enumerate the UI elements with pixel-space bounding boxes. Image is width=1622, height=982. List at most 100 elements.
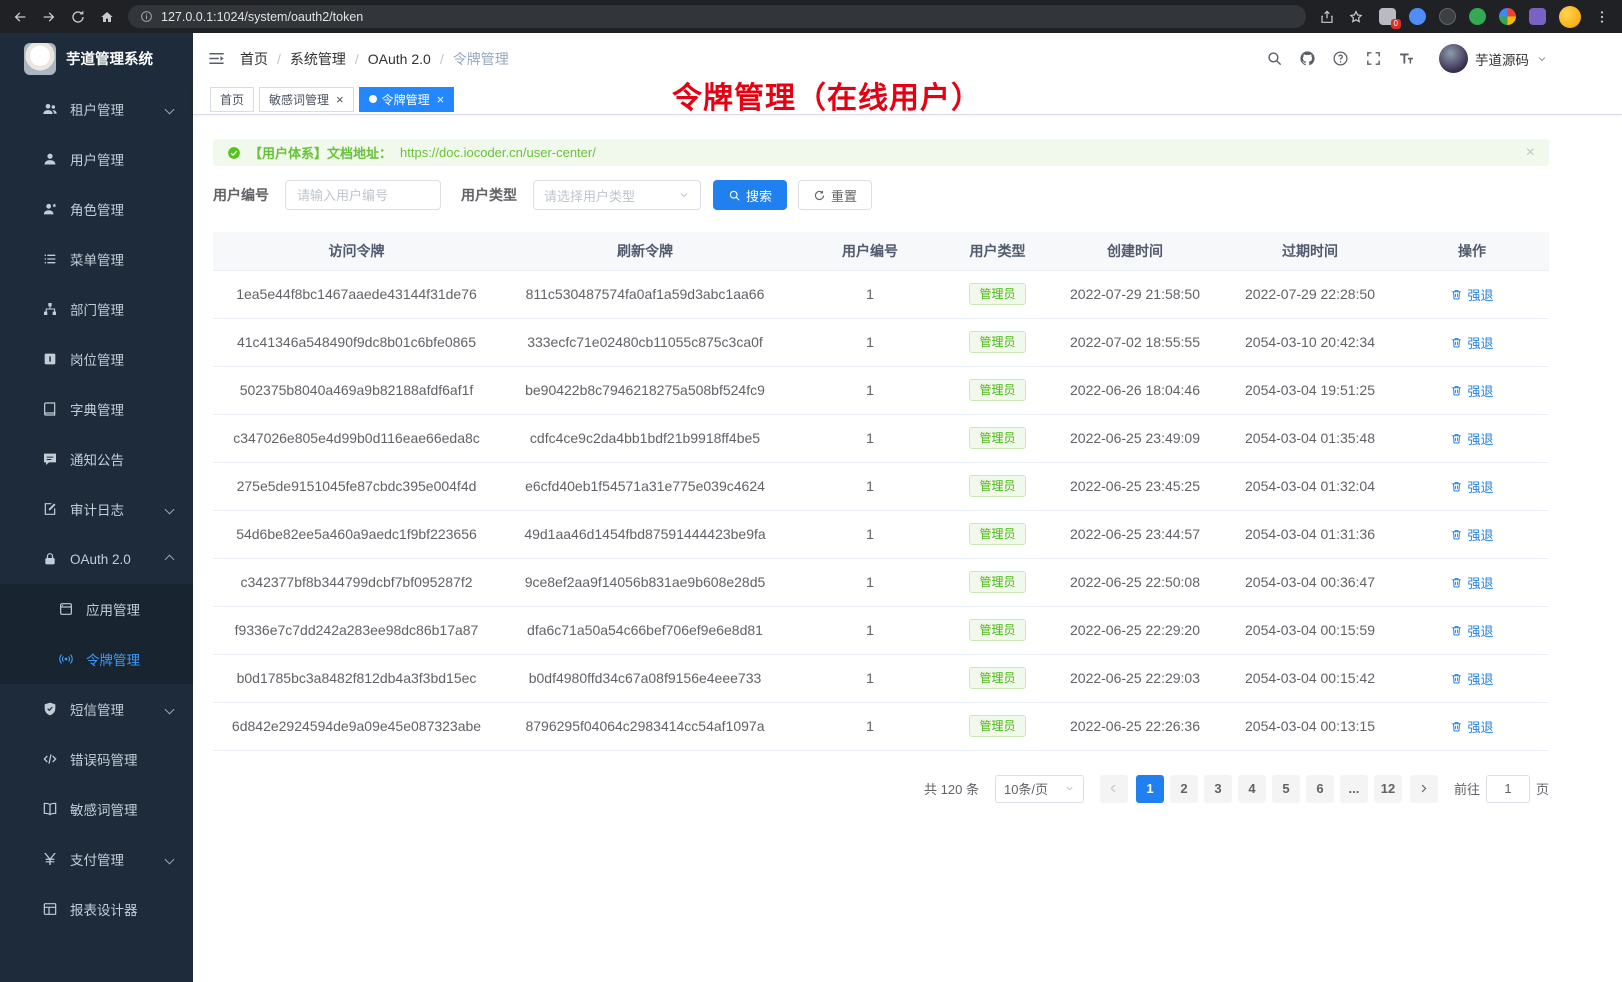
extension-icon-1[interactable]: 0: [1379, 8, 1396, 25]
page-button[interactable]: 2: [1170, 775, 1198, 803]
user-type-select[interactable]: 请选择用户类型: [533, 180, 701, 210]
fullscreen-icon[interactable]: [1365, 50, 1382, 67]
tab-close-icon[interactable]: ×: [336, 93, 344, 106]
site-info-icon[interactable]: [140, 10, 153, 23]
refresh-token-cell: be90422b8c7946218275a508bf524fc9: [500, 366, 790, 414]
force-logout-label: 强退: [1467, 573, 1493, 592]
sidebar-item-notice[interactable]: 通知公告: [0, 434, 193, 484]
sidebar-item-oauth2-app[interactable]: 应用管理: [0, 584, 193, 634]
browser-menu-icon[interactable]: [1594, 9, 1610, 25]
force-logout-label: 强退: [1467, 621, 1493, 640]
reset-button[interactable]: 重置: [798, 180, 872, 210]
sidebar-item-tenant[interactable]: 租户管理: [0, 84, 193, 134]
page-content: 【用户体系】文档地址： https://doc.iocoder.cn/user-…: [193, 115, 1622, 982]
user-type-badge: 管理员: [969, 619, 1025, 641]
sidebar-item-oauth2[interactable]: OAuth 2.0: [0, 534, 193, 584]
sidebar-item-audit-log[interactable]: 审计日志: [0, 484, 193, 534]
action-cell: 强退: [1395, 414, 1549, 462]
sidebar-item-role[interactable]: 角色管理: [0, 184, 193, 234]
alert-doc-link[interactable]: https://doc.iocoder.cn/user-center/: [400, 145, 596, 160]
share-icon[interactable]: [1319, 9, 1335, 25]
access-token-cell: c347026e805e4d99b0d116eae66eda8c: [213, 414, 500, 462]
access-token-cell: f9336e7c7dd242a283ee98dc86b17a87: [213, 606, 500, 654]
page-button[interactable]: 4: [1238, 775, 1266, 803]
access-token-cell: 1ea5e44f8bc1467aaede43144f31de76: [213, 270, 500, 318]
bookmark-star-icon[interactable]: [1348, 9, 1364, 25]
search-icon[interactable]: [1266, 50, 1283, 67]
created-time-cell: 2022-07-29 21:58:50: [1045, 270, 1225, 318]
sidebar-item-menu[interactable]: 菜单管理: [0, 234, 193, 284]
page-button[interactable]: 5: [1272, 775, 1300, 803]
browser-profile-avatar[interactable]: [1559, 6, 1581, 28]
tab[interactable]: 敏感词管理 ×: [259, 87, 354, 112]
breadcrumb-item[interactable]: 首页: [240, 49, 268, 69]
user-no-input[interactable]: [285, 180, 441, 210]
extension-icon-3[interactable]: [1439, 8, 1456, 25]
force-logout-button[interactable]: 强退: [1450, 381, 1493, 400]
github-icon[interactable]: [1299, 50, 1316, 67]
page-button[interactable]: 12: [1374, 775, 1402, 803]
next-page-button[interactable]: [1410, 775, 1438, 803]
sidebar-item-label: 敏感词管理: [70, 799, 138, 819]
sidebar-item-sms[interactable]: 短信管理: [0, 684, 193, 734]
help-icon[interactable]: [1332, 50, 1349, 67]
sidebar-item-oauth2-token[interactable]: 令牌管理: [0, 634, 193, 684]
back-icon[interactable]: [12, 9, 28, 25]
reload-icon[interactable]: [70, 9, 86, 25]
extension-icon-5[interactable]: [1499, 8, 1516, 25]
breadcrumb-item[interactable]: 系统管理: [290, 49, 346, 69]
sidebar-item-error-code[interactable]: 错误码管理: [0, 734, 193, 784]
forward-icon[interactable]: [41, 9, 57, 25]
force-logout-button[interactable]: 强退: [1450, 717, 1493, 736]
user-no-cell: 1: [790, 654, 950, 702]
refresh-icon: [813, 189, 826, 202]
goto-label: 前往: [1454, 779, 1480, 798]
user-type-cell: 管理员: [950, 270, 1045, 318]
force-logout-label: 强退: [1467, 717, 1493, 736]
page-size-select[interactable]: 10条/页: [995, 775, 1084, 803]
force-logout-button[interactable]: 强退: [1450, 621, 1493, 640]
force-logout-button[interactable]: 强退: [1450, 429, 1493, 448]
goto-page-input[interactable]: [1486, 775, 1530, 803]
access-token-cell: 6d842e2924594de9a09e45e087323abe: [213, 702, 500, 750]
url-bar[interactable]: 127.0.0.1:1024/system/oauth2/token: [128, 5, 1306, 28]
table-row: 6d842e2924594de9a09e45e087323abe 8796295…: [213, 702, 1549, 750]
extension-icon-6[interactable]: [1529, 8, 1546, 25]
force-logout-button[interactable]: 强退: [1450, 525, 1493, 544]
page-button[interactable]: 6: [1306, 775, 1334, 803]
home-icon[interactable]: [99, 9, 115, 25]
extension-icon-2[interactable]: [1409, 8, 1426, 25]
user-type-badge: 管理员: [969, 331, 1025, 353]
sidebar-item-pay[interactable]: 支付管理: [0, 834, 193, 884]
prev-page-button[interactable]: [1100, 775, 1128, 803]
sidebar-item-post[interactable]: 岗位管理: [0, 334, 193, 384]
app-logo[interactable]: 芋道管理系统: [0, 33, 193, 84]
user-type-badge: 管理员: [969, 523, 1025, 545]
sidebar-item-report[interactable]: 报表设计器: [0, 884, 193, 934]
sidebar-item-dept[interactable]: 部门管理: [0, 284, 193, 334]
sidebar-item-user[interactable]: 用户管理: [0, 134, 193, 184]
force-logout-button[interactable]: 强退: [1450, 477, 1493, 496]
sidebar-toggle-icon[interactable]: [207, 49, 226, 68]
sidebar-item-sensitive-word[interactable]: 敏感词管理: [0, 784, 193, 834]
page-button[interactable]: 3: [1204, 775, 1232, 803]
page-button[interactable]: ...: [1340, 775, 1368, 803]
force-logout-button[interactable]: 强退: [1450, 573, 1493, 592]
search-button[interactable]: 搜索: [713, 180, 787, 210]
alert-close-icon[interactable]: ×: [1526, 145, 1535, 161]
breadcrumb-item[interactable]: OAuth 2.0: [368, 51, 431, 67]
table-row: c342377bf8b344799dcbf7bf095287f2 9ce8ef2…: [213, 558, 1549, 606]
tab[interactable]: 首页: [210, 87, 254, 112]
created-time-cell: 2022-07-02 18:55:55: [1045, 318, 1225, 366]
force-logout-button[interactable]: 强退: [1450, 669, 1493, 688]
user-menu[interactable]: 芋道源码: [1439, 44, 1548, 73]
force-logout-button[interactable]: 强退: [1450, 333, 1493, 352]
sidebar-item-dict[interactable]: 字典管理: [0, 384, 193, 434]
tab[interactable]: 令牌管理 ×: [359, 87, 455, 112]
delete-icon: [1450, 720, 1463, 733]
tab-close-icon[interactable]: ×: [437, 93, 445, 106]
force-logout-button[interactable]: 强退: [1450, 285, 1493, 304]
page-button[interactable]: 1: [1136, 775, 1164, 803]
font-size-icon[interactable]: [1398, 50, 1415, 67]
extension-icon-4[interactable]: [1469, 8, 1486, 25]
